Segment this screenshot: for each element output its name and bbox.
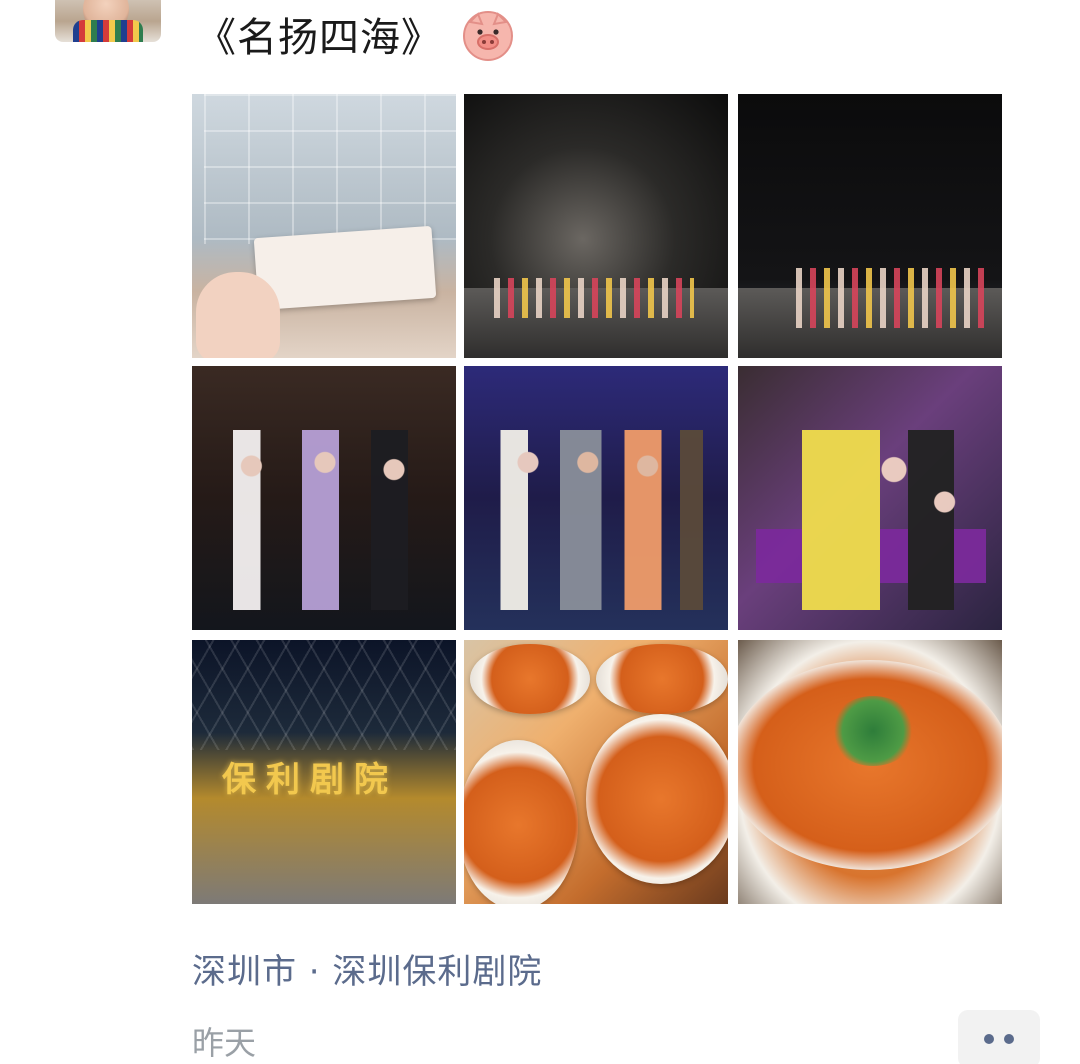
performers (796, 268, 986, 328)
photo-stage-wide[interactable] (464, 94, 728, 358)
photo-ticket-building[interactable] (192, 94, 456, 358)
post-time: 昨天 (192, 1024, 257, 1062)
performers (494, 278, 694, 318)
ticket (253, 225, 437, 311)
more-options-icon (984, 1034, 994, 1044)
post-text: 《名扬四海》 (196, 4, 516, 64)
photo-poly-theatre[interactable]: 保利剧院 (192, 640, 456, 904)
photo-grid: 保利剧院 (192, 94, 1006, 908)
hand (196, 272, 280, 358)
pig-face-icon (460, 6, 516, 62)
dancers (210, 430, 440, 610)
avatar-scarf (73, 20, 143, 42)
bowl (586, 714, 728, 884)
bowl (470, 644, 590, 714)
post-location[interactable]: 深圳市 · 深圳保利剧院 (192, 944, 542, 992)
photo-noodle-closeup[interactable] (738, 640, 1002, 904)
theatre-sign: 保利剧院 (222, 760, 398, 800)
photo-dancers-2[interactable] (464, 366, 728, 630)
avatar[interactable] (55, 0, 161, 42)
more-options-icon (1004, 1034, 1014, 1044)
post-title: 《名扬四海》 (196, 15, 442, 61)
bowl (464, 740, 578, 904)
dancers (482, 430, 712, 610)
more-options-button[interactable] (958, 1010, 1040, 1064)
herbs (830, 696, 916, 766)
photo-noodle-bowls[interactable] (464, 640, 728, 904)
bowl (596, 644, 728, 714)
dancers (756, 430, 986, 610)
photo-dancers-3[interactable] (738, 366, 1002, 630)
theatre-truss (192, 640, 456, 750)
building-glass (204, 94, 456, 244)
photo-dancers-1[interactable] (192, 366, 456, 630)
photo-stage-curtain-call[interactable] (738, 94, 1002, 358)
moments-post: 《名扬四海》 保利剧院 深圳市 · 深圳保利剧院 昨天 (0, 0, 1080, 1064)
